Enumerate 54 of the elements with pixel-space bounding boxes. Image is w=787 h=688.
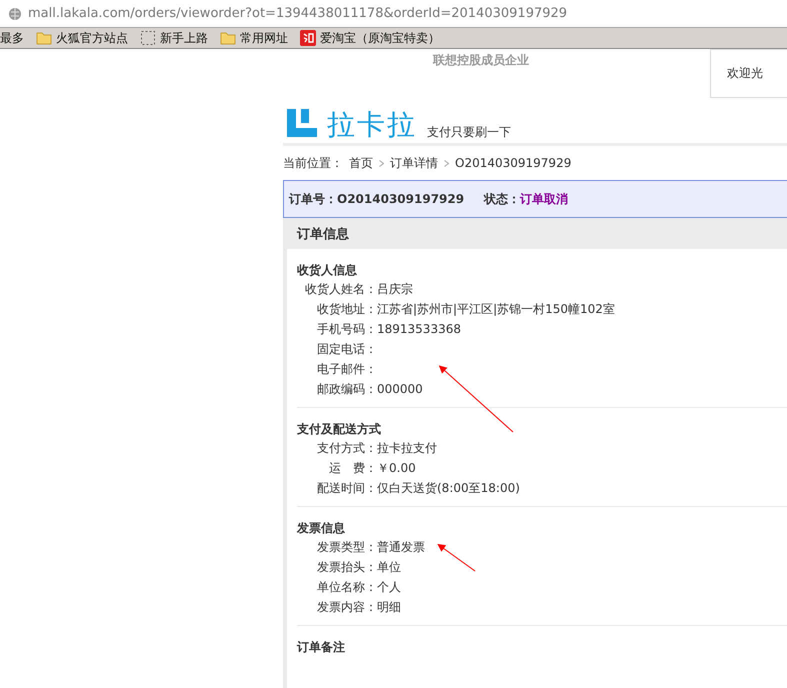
bookmark-item[interactable]: 最多 <box>0 30 24 46</box>
globe-icon <box>8 6 22 20</box>
folder-icon <box>36 31 52 45</box>
logo-text: 拉卡拉 <box>327 109 417 141</box>
order-status: 状态：订单取消 <box>484 190 568 208</box>
field-value: 个人 <box>377 578 401 596</box>
url-field[interactable]: mall.lakala.com/orders/vieworder?ot=1394438011178&orderId=20140309197929 <box>28 6 568 21</box>
arrow <box>437 544 476 572</box>
field-value: 江苏省|苏州市|平江区|苏锦一村150幢102室 <box>377 300 615 318</box>
bookmark-item[interactable]: 火狐官方站点 <box>36 30 128 46</box>
breadcrumb-item: O20140309197929 <box>455 156 572 170</box>
chevron-icon <box>444 160 449 166</box>
section-title: 发票信息 <box>297 520 346 537</box>
field-value: 吕庆宗 <box>377 280 413 298</box>
shop-tile-icon <box>300 30 316 46</box>
bookmark-item[interactable]: 新手上路 <box>140 30 208 46</box>
field-label: 运 费： <box>328 460 377 476</box>
field-label: 收货人姓名： <box>304 280 377 298</box>
field-label: 配送时间： <box>316 480 377 496</box>
field-label: 发票类型： <box>316 538 377 556</box>
field-label: 收货地址： <box>316 300 377 318</box>
order-number: 订单号：O20140309197929 <box>289 190 464 208</box>
logo-icon <box>287 109 317 137</box>
field-value: 拉卡拉支付 <box>377 440 437 456</box>
dotted-page-icon <box>140 30 156 46</box>
field-value: 普通发票 <box>377 538 425 556</box>
welcome-text: 欢迎光 <box>710 49 787 98</box>
field-value: 000000 <box>377 382 423 396</box>
field-value: 18913533368 <box>377 322 461 336</box>
chevron-icon <box>379 160 384 166</box>
field-label: 发票抬头： <box>316 558 377 576</box>
breadcrumb-item[interactable]: 首页 <box>349 154 373 172</box>
tagline: 联想控股成员企业 <box>433 52 529 66</box>
bookmark-item[interactable]: 爱淘宝（原淘宝特卖） <box>300 30 440 46</box>
slogan: 支付只要刷一下 <box>427 124 511 141</box>
field-label: 电子邮件： <box>316 360 377 378</box>
field-value: ￥0.00 <box>377 460 416 476</box>
section-title: 订单备注 <box>297 639 346 656</box>
bookmark-item[interactable]: 常用网址 <box>220 30 288 46</box>
field-label: 手机号码： <box>316 320 377 338</box>
field-label: 单位名称： <box>316 578 377 596</box>
field-label: 固定电话： <box>316 340 377 358</box>
breadcrumb-item[interactable]: 订单详情 <box>390 154 438 172</box>
field-value: 仅白天送货(8:00至18:00) <box>377 480 520 496</box>
field-value: 明细 <box>377 598 401 616</box>
section-title: 支付及配送方式 <box>297 421 382 438</box>
field-label: 发票内容： <box>316 598 377 616</box>
field-label: 邮政编码： <box>316 380 377 398</box>
folder-icon <box>220 31 236 45</box>
section-title: 收货人信息 <box>297 262 358 279</box>
panel-title: 订单信息 <box>287 218 787 249</box>
field-label: 支付方式： <box>316 440 377 456</box>
breadcrumb-label: 当前位置： <box>283 154 343 172</box>
field-value: 单位 <box>377 558 401 576</box>
